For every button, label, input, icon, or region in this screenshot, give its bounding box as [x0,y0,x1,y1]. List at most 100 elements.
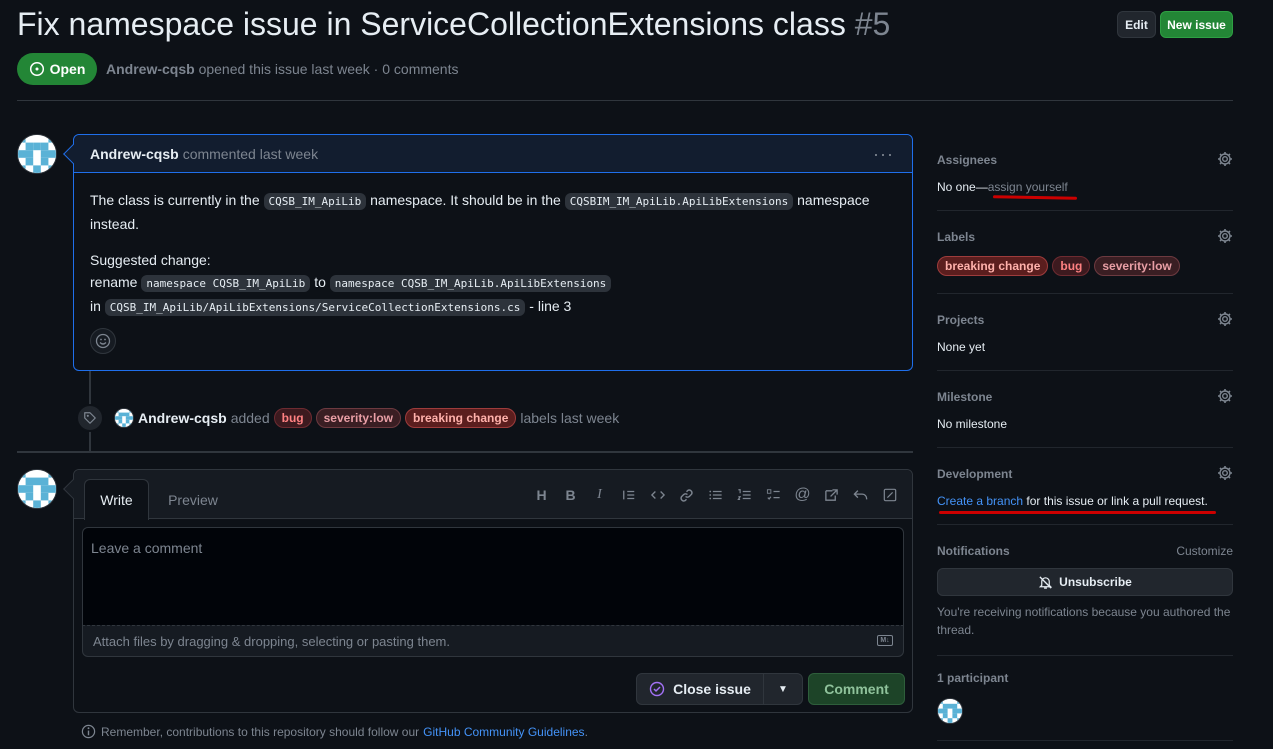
comment-textarea[interactable]: Leave a comment [82,527,904,625]
community-guidelines-link[interactable]: GitHub Community Guidelines [423,725,584,739]
text: Suggested change: [90,252,211,268]
projects-value: None yet [937,340,986,354]
label-severity-low[interactable]: severity:low [315,408,401,428]
labels-heading[interactable]: Labels [937,230,1233,244]
label-severity-low[interactable]: severity:low [1094,256,1180,276]
issue-title-text: Fix namespace issue in ServiceCollection… [17,6,846,42]
event-suffix[interactable]: labels last week [520,410,619,426]
comment-time[interactable]: commented last week [183,146,318,162]
text: in [90,298,101,314]
labels-list: breaking change bug severity:low [937,256,1233,276]
divider [937,740,1233,741]
notifications-note: You're receiving notifications because y… [937,605,1231,637]
comment-menu-icon[interactable]: ··· [873,144,894,165]
inline-code: CQSBIM_IM_ApiLib.ApiLibExtensions [564,193,794,210]
add-reaction-button[interactable] [90,328,116,354]
label-bug[interactable]: bug [273,408,312,428]
inline-code: CQSB_IM_ApiLib [263,193,367,210]
comment-button[interactable]: Comment [808,673,905,705]
comment-paragraph-2: Suggested change: rename namespace CQSB_… [90,249,896,319]
code-icon[interactable] [643,484,672,506]
bulleted-list-icon[interactable] [701,484,730,506]
no-assignee-text: No one— [937,180,988,194]
comment-paragraph-1: The class is currently in the CQSB_IM_Ap… [90,189,896,235]
info-icon [81,724,96,739]
participants-heading: 1 participant [937,671,1009,685]
label-breaking-change[interactable]: breaking change [405,408,517,428]
label-breaking-change[interactable]: breaking change [937,256,1049,276]
composer-tabs: Write Preview H B I @ [74,470,912,520]
development-value: Create a branch for this issue or link a… [937,494,1233,508]
divider [937,447,1233,448]
projects-heading[interactable]: Projects [937,313,1233,327]
attach-files-zone[interactable]: Attach files by dragging & dropping, sel… [82,625,904,657]
text: The class is currently in the [90,192,260,208]
undo-icon[interactable] [846,484,875,506]
chevron-down-icon[interactable]: ▼ [764,674,802,704]
assign-yourself-link[interactable]: assign yourself [988,180,1068,194]
close-issue-split-button: Close issue ▼ [636,673,803,705]
divider [937,370,1233,371]
comment-author[interactable]: Andrew-cqsb [90,146,179,162]
issue-comment: Andrew-cqsb commented last week ··· The … [63,134,913,371]
mention-icon[interactable]: @ [788,484,817,506]
label-bug[interactable]: bug [1052,256,1091,276]
tab-write[interactable]: Write [84,479,149,520]
issue-author-link[interactable]: Andrew-cqsb [106,61,195,77]
avatar[interactable] [17,134,57,174]
smiley-icon [95,333,111,349]
label-event: Andrew-cqsb added bug severity:low break… [114,408,619,428]
divider [937,655,1233,656]
composer-avatar[interactable] [17,469,57,509]
close-issue-label: Close issue [673,681,751,697]
comment-header: Andrew-cqsb commented last week ··· [74,135,912,173]
task-list-icon[interactable] [759,484,788,506]
markdown-icon[interactable]: M↓ [877,635,893,646]
close-issue-button[interactable]: Close issue [637,674,764,704]
bold-icon[interactable]: B [556,484,585,506]
unsubscribe-label: Unsubscribe [1059,575,1132,589]
divider [937,524,1233,525]
bell-slash-icon [1039,575,1053,589]
fullscreen-icon[interactable] [875,484,904,506]
annotation-underline [992,195,1078,200]
issue-meta: Andrew-cqsb opened this issue last week … [106,61,458,77]
comment-body: The class is currently in the CQSB_IM_Ap… [74,173,912,335]
event-avatar[interactable] [114,408,134,428]
milestone-value: No milestone [937,417,1008,431]
numbered-list-icon[interactable] [730,484,759,506]
issue-opened-icon [29,61,44,77]
event-author[interactable]: Andrew-cqsb [138,410,227,426]
inline-code: CQSB_IM_ApiLib/ApiLibExtensions/ServiceC… [104,299,526,316]
text: namespace. It should be in the [370,192,561,208]
unsubscribe-button[interactable]: Unsubscribe [937,568,1233,596]
sidebar-milestone: Milestone No milestone [937,388,1233,431]
sidebar-assignees: Assignees No one—assign yourself [937,151,1233,200]
heading-icon[interactable]: H [527,484,556,506]
participant-avatar[interactable] [937,698,963,724]
gear-icon[interactable] [1217,311,1233,327]
development-heading[interactable]: Development [937,467,1233,481]
link-icon[interactable] [672,484,701,506]
assignees-heading[interactable]: Assignees [937,153,1233,167]
customize-link[interactable]: Customize [1176,544,1233,558]
inline-code: namespace CQSB_IM_ApiLib.ApiLibExtension… [329,275,612,292]
assignees-value: No one—assign yourself [937,180,1233,194]
sidebar-participants: 1 participant [937,671,1233,724]
gear-icon[interactable] [1217,151,1233,167]
gear-icon[interactable] [1217,228,1233,244]
divider [937,293,1233,294]
milestone-heading[interactable]: Milestone [937,390,1233,404]
gear-icon[interactable] [1217,388,1233,404]
cross-reference-icon[interactable] [817,484,846,506]
text: - line 3 [529,298,572,314]
gear-icon[interactable] [1217,465,1233,481]
quote-icon[interactable] [614,484,643,506]
remember-end: . [584,724,588,739]
status-badge: Open [17,53,97,85]
create-branch-link[interactable]: Create a branch [937,494,1023,508]
timeline-end-divider [17,451,913,453]
italic-icon[interactable]: I [585,484,614,506]
tab-preview[interactable]: Preview [158,479,228,520]
event-action: added [230,410,270,426]
